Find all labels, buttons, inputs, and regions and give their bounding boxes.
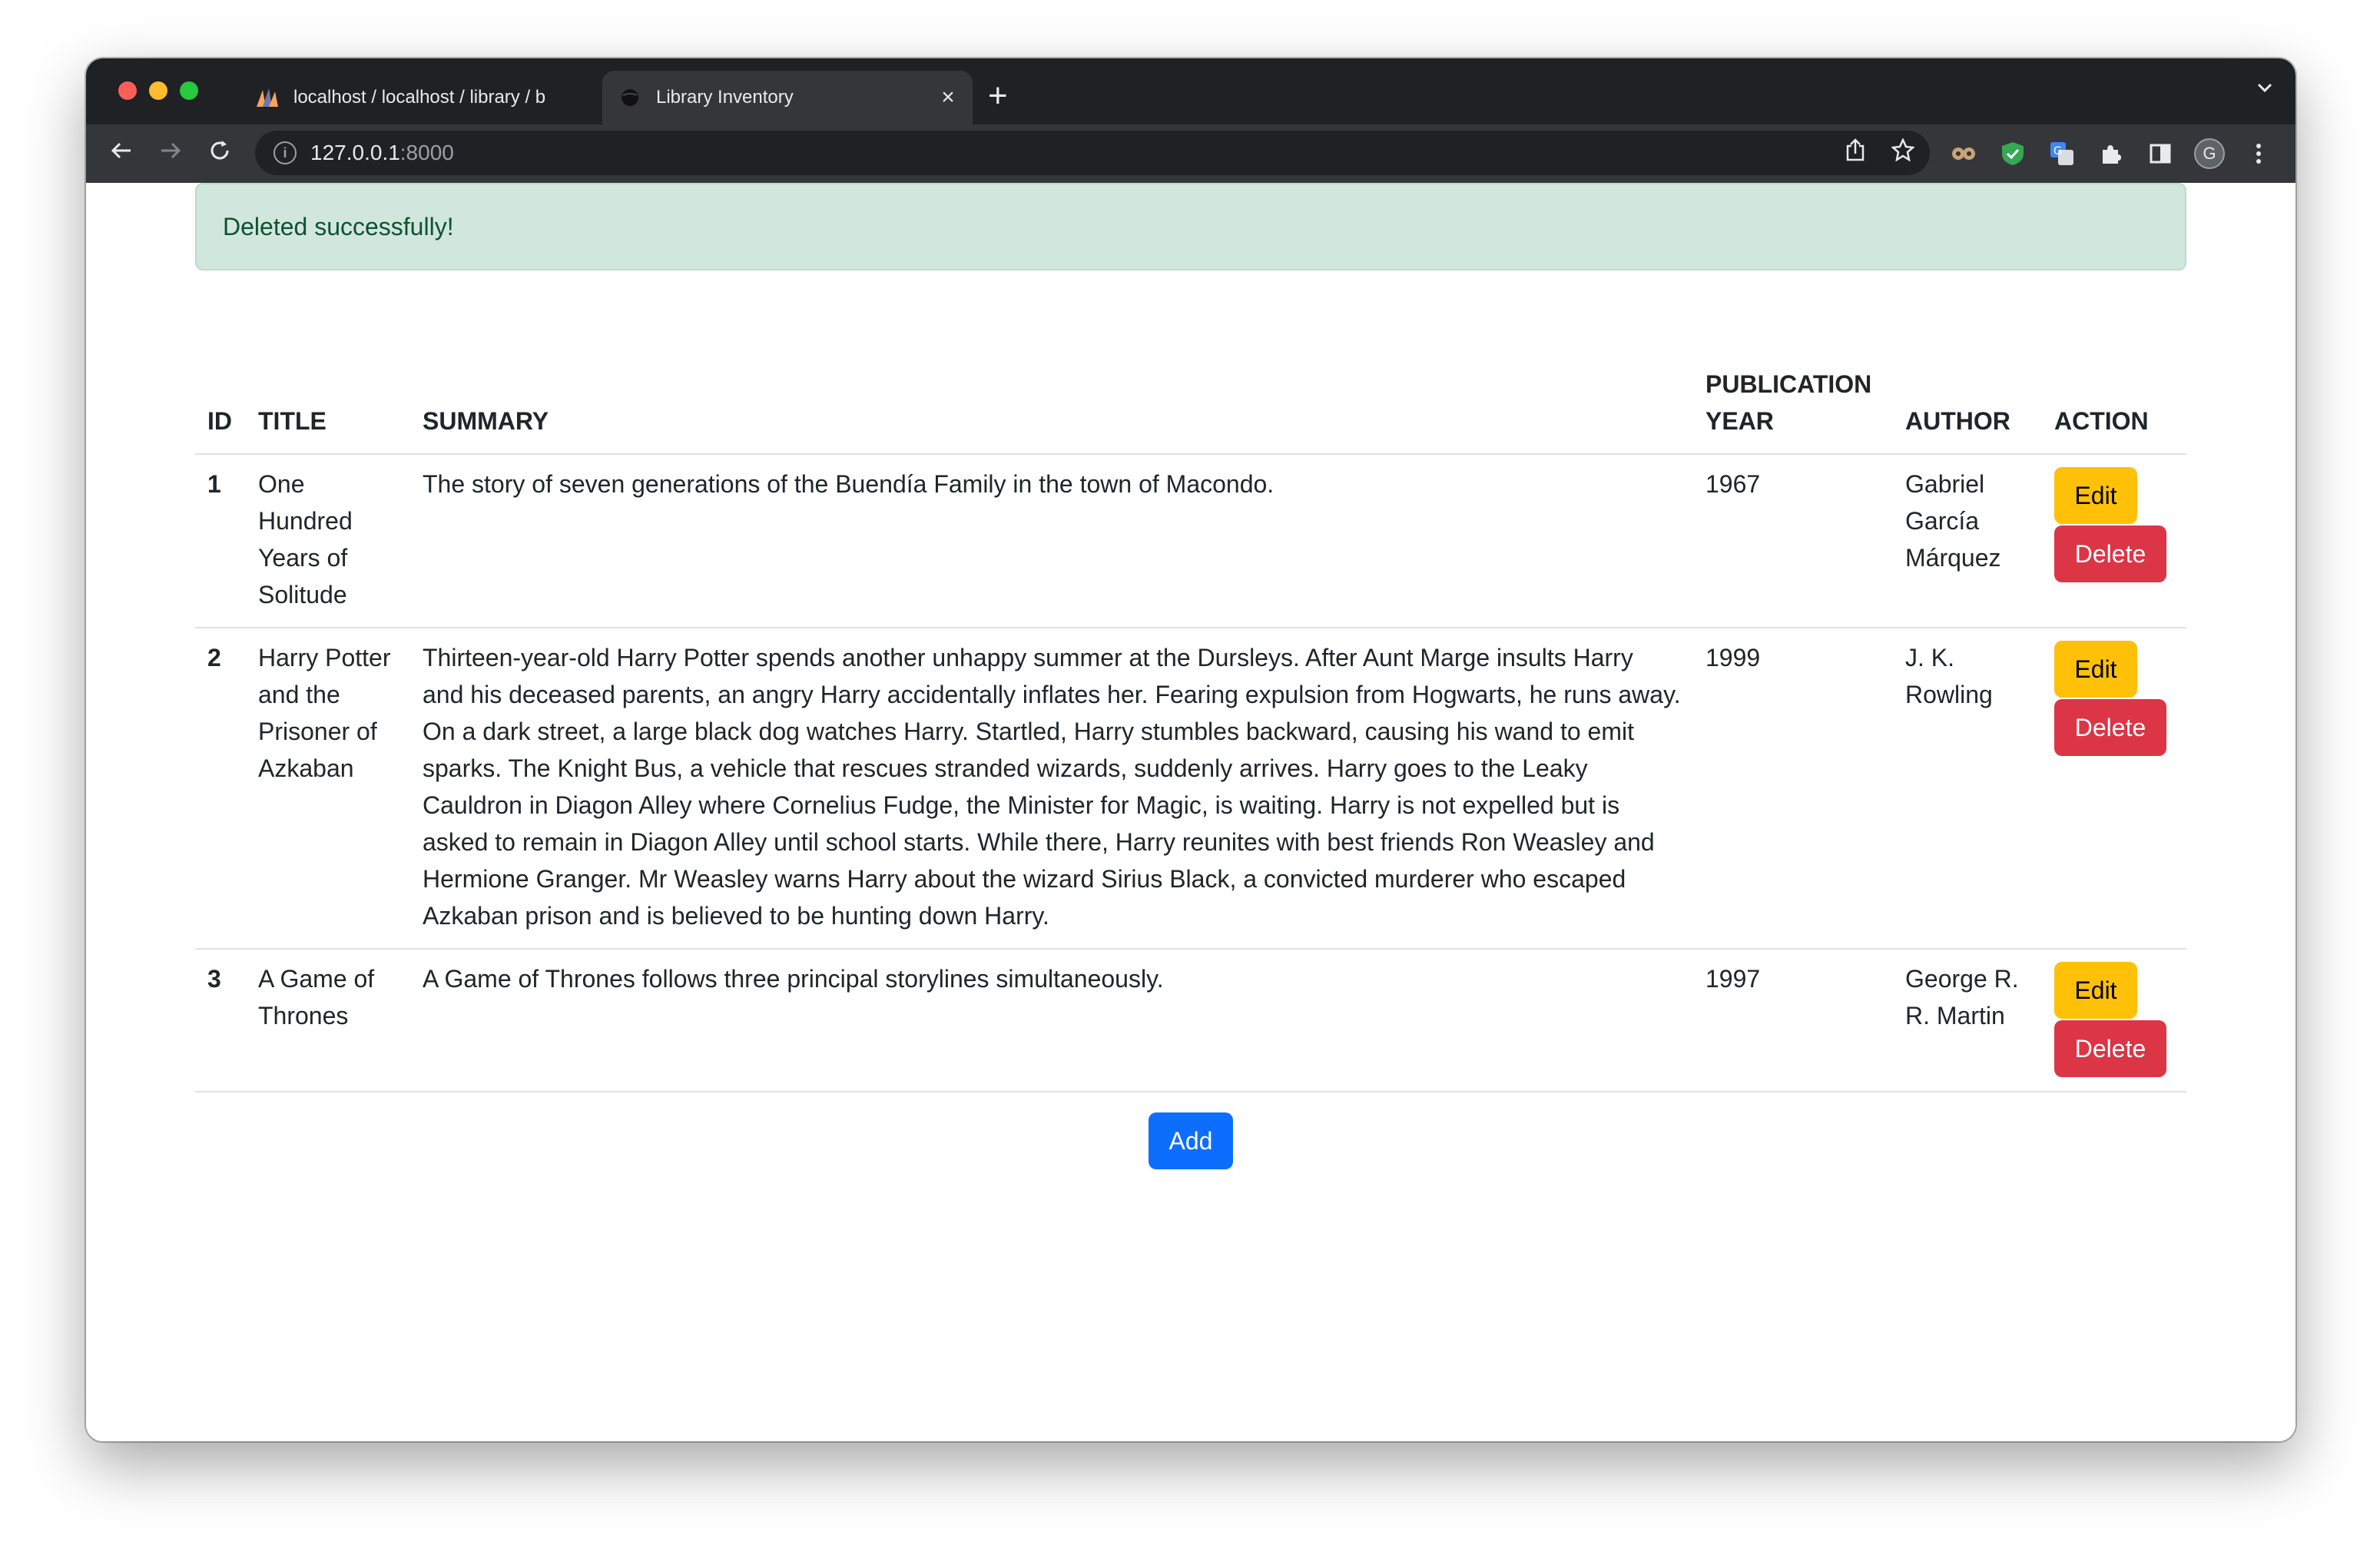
header-id: ID [195,360,246,455]
header-author: AUTHOR [1893,360,2042,455]
side-panel-icon[interactable] [2145,138,2176,169]
forward-arrow-icon[interactable] [155,138,186,170]
chevron-down-icon[interactable] [2256,78,2274,102]
cell-action: Edit Delete [2042,454,2186,628]
cell-author: George R. R. Martin [1893,949,2042,1092]
table-row: 3 A Game of Thrones A Game of Thrones fo… [195,949,2186,1092]
books-table: ID TITLE SUMMARY PUBLICATION YEAR AUTHOR … [195,360,2186,1092]
delete-button[interactable]: Delete [2054,526,2166,582]
cell-year: 1999 [1693,628,1893,950]
tab-title: localhost / localhost / library / b [293,87,546,108]
info-icon[interactable]: i [273,141,297,164]
cell-title: One Hundred Years of Solitude [246,454,410,628]
globe-icon [618,85,642,110]
cell-id: 3 [195,949,246,1092]
table-row: 2 Harry Potter and the Prisoner of Azkab… [195,628,2186,950]
cell-id: 2 [195,628,246,950]
table-row: 1 One Hundred Years of Solitude The stor… [195,454,2186,628]
browser-window: localhost / localhost / library / b × Li… [86,58,2295,1441]
close-window-button[interactable] [118,81,137,100]
back-arrow-icon[interactable] [106,138,137,170]
cell-action: Edit Delete [2042,949,2186,1092]
extensions-puzzle-icon[interactable] [2096,138,2126,169]
tab-strip: localhost / localhost / library / b × Li… [86,58,2295,124]
cell-title: Harry Potter and the Prisoner of Azkaban [246,628,410,950]
cell-year: 1997 [1693,949,1893,1092]
header-action: ACTION [2042,360,2186,455]
cell-action: Edit Delete [2042,628,2186,950]
add-container: Add [86,1112,2295,1169]
cell-summary: Thirteen-year-old Harry Potter spends an… [410,628,1693,950]
table-header-row: ID TITLE SUMMARY PUBLICATION YEAR AUTHOR … [195,360,2186,455]
header-title: TITLE [246,360,410,455]
extension-shield-icon[interactable] [1997,138,2028,169]
url-text: 127.0.0.1:8000 [310,141,454,164]
close-tab-icon[interactable]: × [934,85,962,111]
new-tab-icon[interactable]: + [988,75,1008,117]
cell-year: 1967 [1693,454,1893,628]
cell-summary: The story of seven generations of the Bu… [410,454,1693,628]
browser-toolbar: i 127.0.0.1:8000 G G [86,124,2295,183]
cell-id: 1 [195,454,246,628]
tab-library-inventory[interactable]: Library Inventory × [602,71,973,124]
page-content: Deleted successfully! ID TITLE SUMMARY P… [86,183,2295,1441]
edit-button[interactable]: Edit [2054,962,2137,1019]
cell-summary: A Game of Thrones follows three principa… [410,949,1693,1092]
profile-avatar[interactable]: G [2194,138,2225,169]
cell-author: J. K. Rowling [1893,628,2042,950]
address-bar[interactable]: i 127.0.0.1:8000 [255,131,1930,175]
header-summary: SUMMARY [410,360,1693,455]
svg-text:G: G [2053,145,2062,157]
add-button[interactable]: Add [1149,1112,1233,1169]
share-icon[interactable] [1845,138,1865,167]
header-publication-year: PUBLICATION YEAR [1693,360,1893,455]
minimize-window-button[interactable] [149,81,167,100]
kebab-menu-icon[interactable] [2243,138,2274,169]
delete-button[interactable]: Delete [2054,1020,2166,1077]
reload-icon[interactable] [204,138,235,170]
bookmark-star-icon[interactable] [1891,137,1915,167]
extension-eyes-icon[interactable] [1948,138,1979,169]
cell-author: Gabriel García Márquez [1893,454,2042,628]
tab-title: Library Inventory [656,87,794,108]
cell-title: A Game of Thrones [246,949,410,1092]
translate-icon[interactable]: G [2047,138,2077,169]
phpmyadmin-icon [255,85,280,110]
success-alert: Deleted successfully! [195,183,2186,270]
edit-button[interactable]: Edit [2054,467,2137,524]
delete-button[interactable]: Delete [2054,699,2166,756]
maximize-window-button[interactable] [180,81,198,100]
edit-button[interactable]: Edit [2054,641,2137,698]
